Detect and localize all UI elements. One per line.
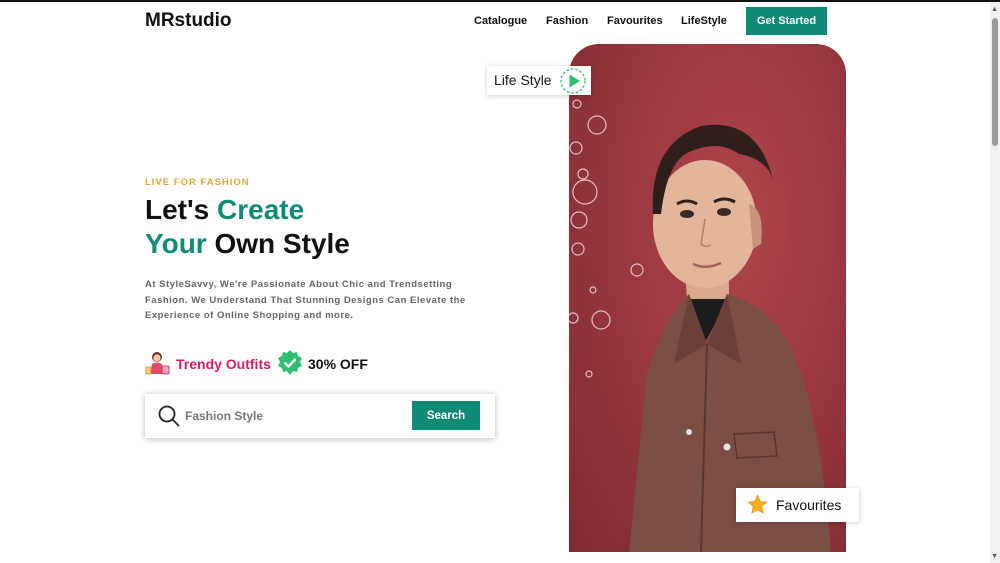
nav-lifestyle[interactable]: LifeStyle (681, 15, 727, 27)
headline-part: Let's (145, 194, 218, 225)
lifestyle-video-tag[interactable]: Life Style (487, 66, 591, 95)
headline-accent: Your (145, 228, 207, 259)
hero-description: At StyleSavvy, We're Passionate About Ch… (145, 279, 466, 321)
headline-accent: Create (217, 194, 305, 225)
page-scrollbar[interactable]: ▲ ▼ (990, 2, 1000, 563)
hero-image (569, 44, 846, 552)
search-bar: Search (145, 394, 495, 438)
headline-part: Own Style (206, 228, 350, 259)
scroll-up-icon[interactable]: ▲ (991, 6, 998, 14)
top-border (0, 0, 1000, 2)
star-icon (747, 494, 768, 514)
nav-fashion[interactable]: Fashion (546, 15, 588, 27)
model-illustration (569, 99, 831, 552)
lifestyle-tag-label: Life Style (494, 72, 552, 88)
trendy-outfits-label: Trendy Outfits (176, 356, 271, 372)
scroll-down-icon[interactable]: ▼ (991, 553, 998, 561)
favourites-tag-label: Favourites (776, 497, 842, 513)
brand-logo[interactable]: MRstudio (145, 10, 232, 32)
verified-badge-icon (278, 350, 302, 375)
search-button[interactable]: Search (412, 401, 480, 430)
play-icon[interactable] (560, 68, 586, 94)
search-icon (158, 405, 180, 427)
get-started-button[interactable]: Get Started (746, 7, 827, 35)
person-shopping-icon (145, 352, 170, 375)
nav-catalogue[interactable]: Catalogue (474, 15, 527, 27)
search-input[interactable] (185, 405, 405, 427)
hero-headline: Let's Create Your Own Style (145, 193, 350, 261)
hero-eyebrow: LIVE FOR FASHION (145, 177, 250, 188)
favourites-tag[interactable]: Favourites (736, 488, 859, 522)
nav-favourites[interactable]: Favourites (607, 15, 663, 27)
discount-label: 30% OFF (308, 356, 368, 372)
scroll-thumb[interactable] (992, 18, 998, 146)
